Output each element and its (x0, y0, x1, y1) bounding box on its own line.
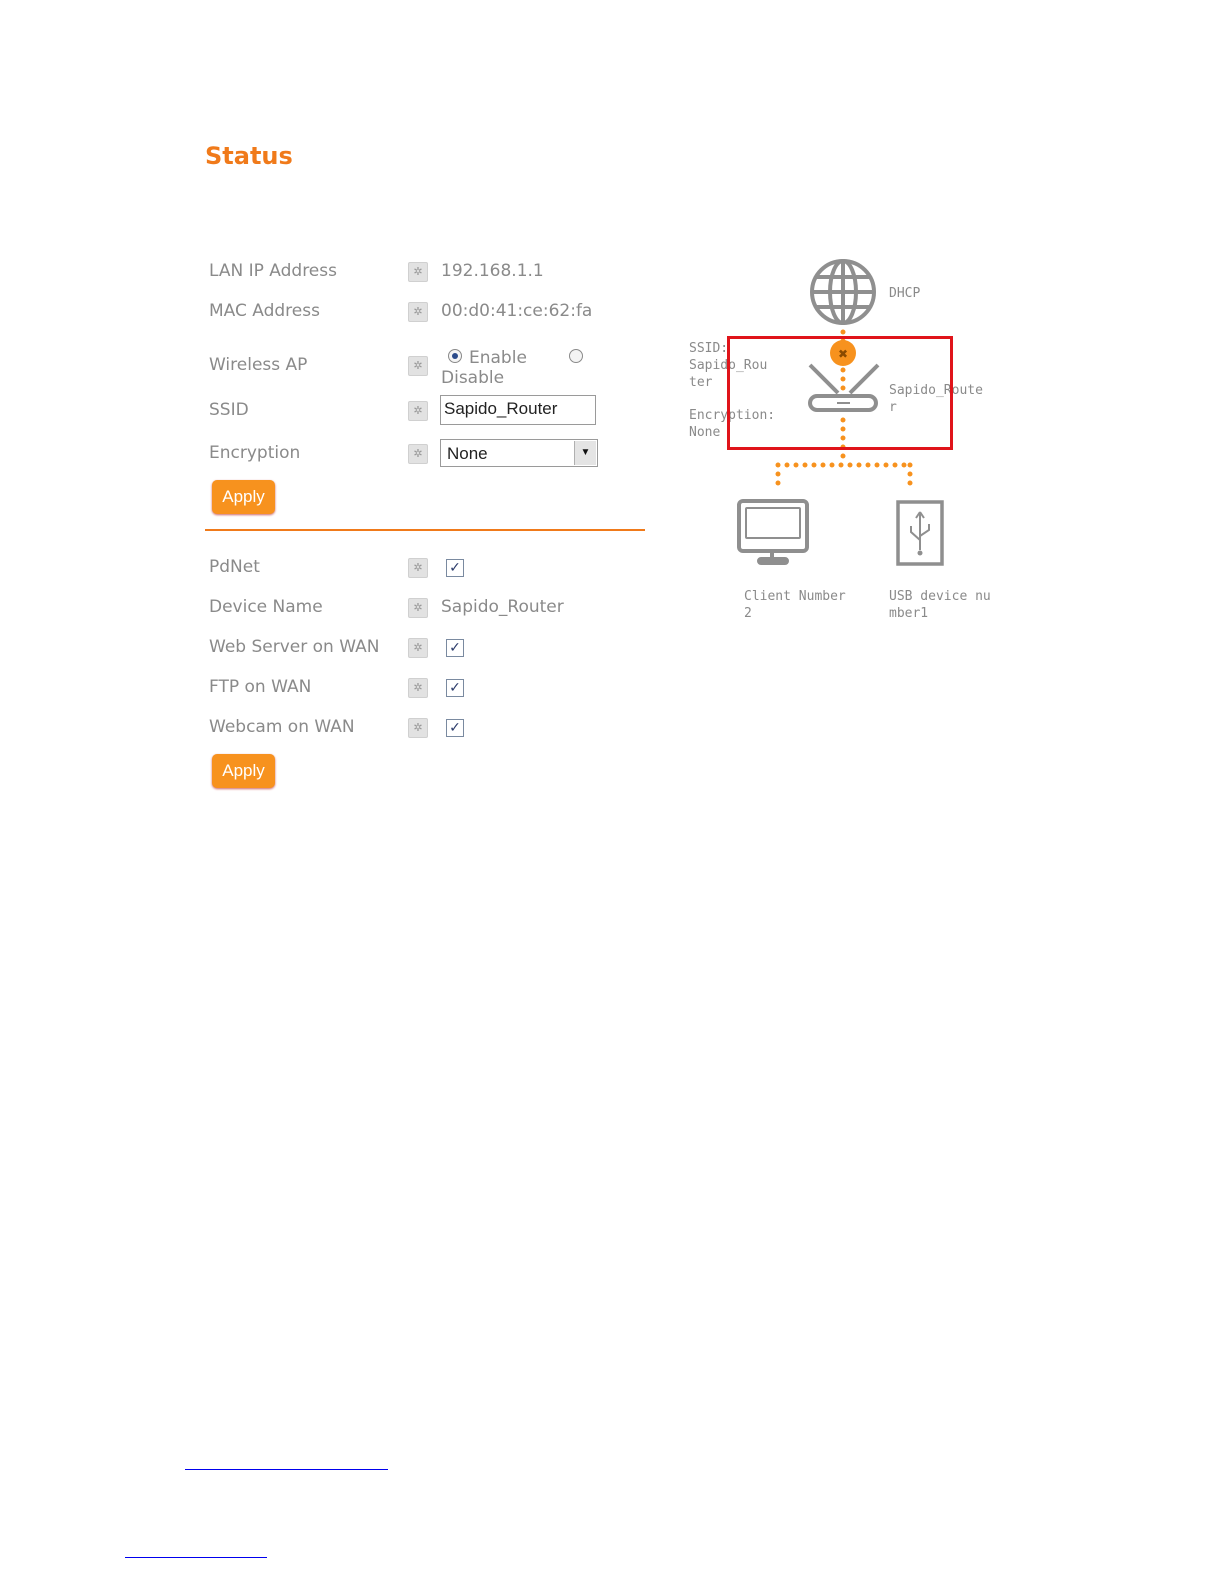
gear-icon: ✲ (408, 558, 428, 578)
globe-icon[interactable] (810, 259, 876, 325)
ssid-info-line: SSID: (689, 341, 729, 356)
ftp-checkbox[interactable]: ✓ (446, 679, 464, 697)
encryption-label: Encryption (209, 443, 301, 463)
webcam-label: Webcam on WAN (209, 717, 355, 737)
gear-icon: ✲ (408, 262, 428, 282)
footer-link-underline[interactable] (125, 1557, 267, 1558)
pdnet-checkbox[interactable]: ✓ (446, 559, 464, 577)
mac-value: 00:d0:41:ce:62:fa (441, 301, 593, 321)
gear-icon: ✲ (408, 444, 428, 464)
web-server-label: Web Server on WAN (209, 637, 380, 657)
internet-mode-label: DHCP (889, 286, 921, 301)
client-count-line: Client Number (744, 589, 846, 604)
webcam-checkbox[interactable]: ✓ (446, 719, 464, 737)
ssid-input[interactable]: Sapido_Router (440, 395, 596, 425)
encryption-select[interactable]: None ▼ (440, 439, 598, 467)
page-title: Status (205, 142, 293, 170)
ssid-info-line: ter (689, 375, 713, 390)
ap-disable-radio[interactable] (569, 349, 583, 363)
encryption-info-line: None (689, 425, 721, 440)
section-divider (205, 529, 645, 531)
apply-button[interactable]: Apply (212, 480, 275, 514)
usb-icon[interactable] (896, 500, 944, 566)
lan-ip-label: LAN IP Address (209, 261, 337, 281)
lan-ip-value: 192.168.1.1 (441, 261, 544, 281)
device-name-value: Sapido_Router (441, 597, 564, 617)
usb-count-line: USB device nu (889, 589, 991, 604)
gear-icon: ✲ (408, 302, 428, 322)
ftp-label: FTP on WAN (209, 677, 312, 697)
ap-disable-label: Disable (441, 368, 505, 388)
gear-icon: ✲ (408, 356, 428, 376)
chevron-down-icon[interactable]: ▼ (574, 441, 596, 465)
ap-enable-label: Enable (469, 348, 527, 368)
ssid-label: SSID (209, 400, 249, 420)
gear-icon: ✲ (408, 598, 428, 618)
gear-icon: ✲ (408, 401, 428, 421)
wireless-ap-label: Wireless AP (209, 355, 308, 375)
web-server-checkbox[interactable]: ✓ (446, 639, 464, 657)
highlight-box (727, 336, 953, 450)
client-count-line: 2 (744, 606, 752, 621)
apply-button-services[interactable]: Apply (212, 754, 275, 788)
footer-link-underline[interactable] (185, 1469, 388, 1470)
gear-icon: ✲ (408, 638, 428, 658)
device-name-label: Device Name (209, 597, 323, 617)
mac-label: MAC Address (209, 301, 320, 321)
encryption-selected-value: None (447, 444, 488, 463)
ap-enable-radio[interactable] (448, 349, 462, 363)
gear-icon: ✲ (408, 678, 428, 698)
pdnet-label: PdNet (209, 557, 260, 577)
usb-count-line: mber1 (889, 606, 929, 621)
gear-icon: ✲ (408, 718, 428, 738)
monitor-icon[interactable] (737, 499, 809, 565)
